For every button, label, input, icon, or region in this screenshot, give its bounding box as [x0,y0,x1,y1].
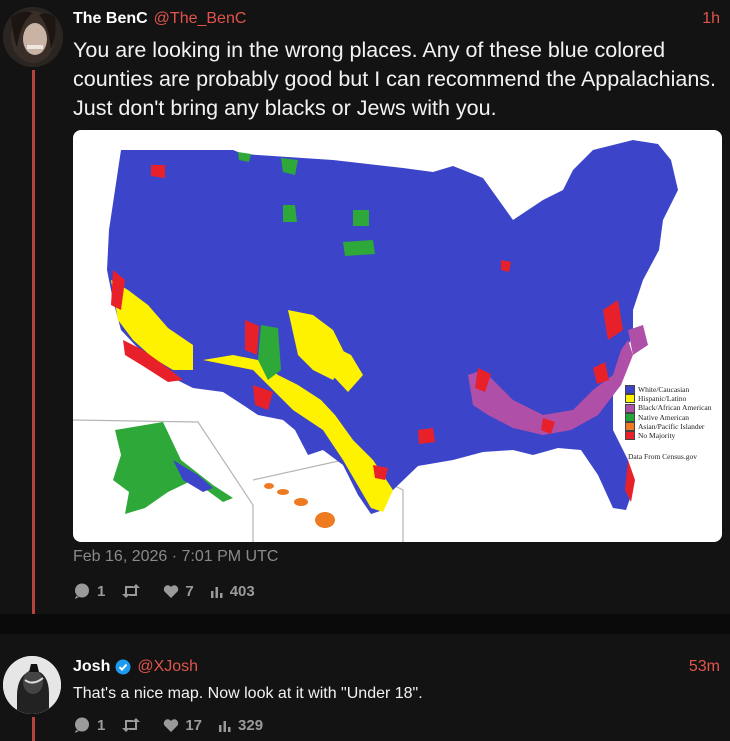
verified-badge-icon [115,659,131,675]
legend-label: No Majority [638,431,676,441]
us-county-majority-map [73,140,678,542]
views-button[interactable]: 329 [218,717,263,734]
retweet-icon [122,718,141,732]
legend-label: Asian/Pacific Islander [638,421,705,431]
reply-count: 1 [97,582,106,600]
avatar[interactable] [3,7,63,67]
like-count: 7 [185,582,194,600]
retweet-icon [122,584,141,598]
comment-icon [75,717,89,733]
legend-swatch [625,394,635,404]
avatar[interactable] [3,656,61,714]
heart-icon [164,584,179,598]
author-handle[interactable]: @The_BenC [154,10,247,28]
view-count: 403 [229,582,255,600]
legend-item: Asian/Pacific Islander [625,422,712,431]
author-handle[interactable]: @XJosh [137,658,198,676]
like-button[interactable]: 7 [163,582,194,600]
bar-chart-icon [219,721,231,732]
legend-label: Native American [638,412,690,422]
author-name[interactable]: Josh [73,658,110,676]
like-button[interactable]: 17 [163,717,202,734]
legend-swatch [625,412,635,422]
legend-item: Native American [625,413,712,422]
thread-line [32,70,35,614]
legend-item: Black/African American [625,403,712,413]
view-count: 329 [238,716,264,734]
legend-swatch [625,403,635,413]
comment-icon [75,583,89,599]
like-count: 17 [185,716,203,734]
attached-map-image[interactable]: White/Caucasian Hispanic/Latino Black/Af… [73,130,722,542]
author-name[interactable]: The BenC [73,10,148,28]
views-button[interactable]: 403 [210,583,255,600]
post-divider [0,614,730,634]
heart-icon [164,718,179,732]
legend-label: Hispanic/Latino [638,394,687,404]
reply-count: 1 [97,716,106,734]
bar-chart-icon [210,587,223,598]
legend-label: Black/African American [638,403,712,413]
legend-item: No Majority [625,431,712,441]
reply-button[interactable]: 1 [73,716,105,734]
post-date[interactable]: Feb 16, 2026 · 7:01 PM UTC [73,548,278,566]
reply-button[interactable]: 1 [73,582,105,600]
legend-swatch [625,421,635,431]
post-text: You are looking in the wrong places. Any… [73,38,717,120]
post-time[interactable]: 53m [689,658,720,676]
legend-item: White/Caucasian [625,385,712,395]
post-actions: 1 7 403 [73,582,271,600]
legend-swatch [625,431,635,441]
legend-label: White/Caucasian [638,385,690,394]
post-text: That's a nice map. Now look at it with "… [73,685,423,702]
map-legend: White/Caucasian Hispanic/Latino Black/Af… [625,385,712,441]
post-actions: 1 17 329 [73,716,279,734]
legend-swatch [625,385,635,395]
retweet-button[interactable] [121,583,147,599]
post-1[interactable]: The BenC @The_BenC 1h You are looking in… [0,0,730,614]
legend-item: Hispanic/Latino [625,394,712,404]
post-header: The BenC @The_BenC 1h [73,8,720,30]
map-source-note: Data From Census.gov [628,452,697,461]
thread-line [32,717,35,741]
retweet-button[interactable] [121,717,147,733]
post-time[interactable]: 1h [702,10,720,28]
post-header: Josh @XJosh 53m [73,656,720,678]
